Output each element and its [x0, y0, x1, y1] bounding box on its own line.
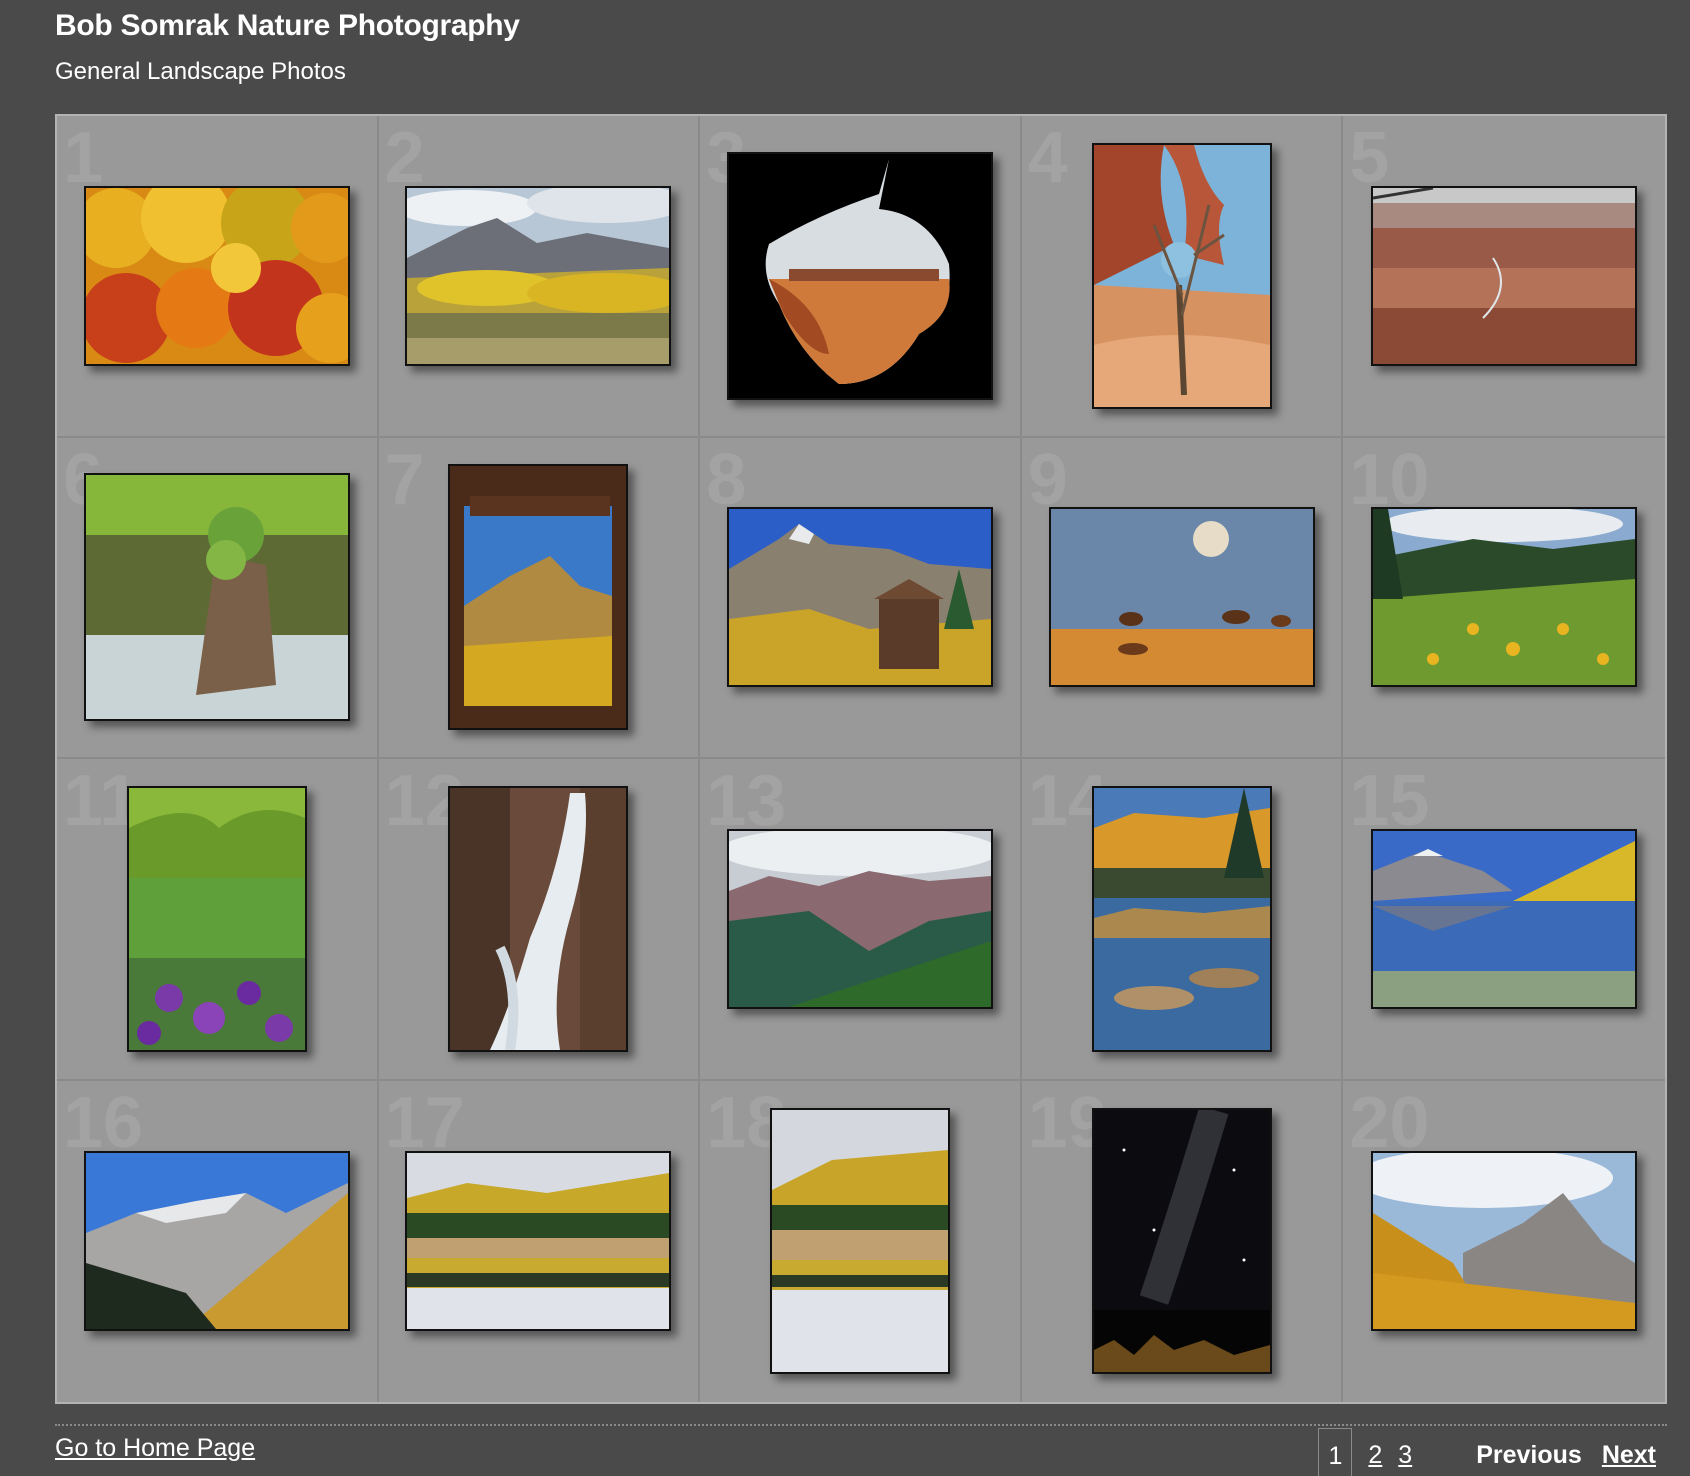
thumbnail-cell[interactable]: 18 — [700, 1080, 1022, 1402]
thumbnail-cell[interactable]: 11 — [57, 759, 379, 1081]
thumbnail-number: 10 — [1349, 439, 1430, 520]
thumbnail-image[interactable] — [769, 1108, 950, 1375]
thumbnail-number: 13 — [706, 761, 787, 841]
thumbnail-cell[interactable]: 19 — [1022, 1080, 1344, 1402]
thumbnail-image[interactable] — [1091, 1108, 1272, 1375]
thumbnail-cell[interactable]: 14 — [1021, 759, 1344, 1081]
home-page-link[interactable]: Go to Home Page — [55, 1434, 255, 1463]
thumbnail-cell[interactable]: 17 — [379, 1080, 701, 1402]
thumbnail-cell[interactable]: 6 — [57, 437, 379, 759]
page-number-link[interactable]: 3 — [1398, 1441, 1412, 1476]
thumbnail-image[interactable] — [126, 785, 307, 1052]
thumbnail-number: 7 — [384, 439, 425, 520]
thumbnail-cell[interactable]: 3 — [700, 116, 1022, 438]
thumbnail-number: 5 — [1349, 118, 1390, 198]
thumbnail-cell[interactable]: 20 — [1343, 1081, 1665, 1403]
thumbnail-cell[interactable]: 15 — [1343, 759, 1665, 1081]
thumbnail-cell[interactable]: 13 — [700, 759, 1022, 1081]
thumbnail-image[interactable] — [1091, 785, 1272, 1052]
thumbnail-cell[interactable]: 12 — [378, 759, 701, 1081]
thumbnail-number: 2 — [384, 118, 425, 198]
thumbnail-number: 16 — [63, 1082, 144, 1163]
thumbnail-image[interactable] — [405, 185, 672, 366]
thumbnail-image[interactable] — [1371, 185, 1638, 366]
thumbnail-cell[interactable]: 4 — [1021, 116, 1344, 438]
thumbnail-image[interactable] — [1371, 828, 1638, 1009]
thumbnail-image[interactable] — [1371, 1151, 1638, 1332]
thumbnail-cell[interactable]: 16 — [57, 1080, 379, 1402]
thumbnail-cell[interactable]: 10 — [1343, 438, 1665, 759]
thumbnail-number: 9 — [1027, 439, 1068, 520]
thumbnail-image[interactable] — [448, 464, 629, 731]
page-number-link[interactable]: 2 — [1368, 1441, 1382, 1476]
thumbnail-image[interactable] — [83, 185, 350, 366]
thumbnail-number: 15 — [1349, 761, 1430, 841]
thumbnail-grid: 1 2 3 4 5 6 7 8 9 10 11 12 13 14 15 16 1… — [55, 114, 1667, 1404]
thumbnail-image[interactable] — [1048, 507, 1315, 688]
thumbnail-cell[interactable]: 7 — [378, 437, 701, 759]
thumbnail-number: 4 — [1027, 118, 1068, 198]
thumbnail-cell[interactable]: 8 — [700, 437, 1022, 759]
pagination: 1 2 3 Previous Next — [1318, 1426, 1656, 1476]
next-page-link[interactable]: Next — [1602, 1441, 1656, 1476]
thumbnail-image[interactable] — [1091, 142, 1272, 409]
thumbnail-cell[interactable]: 5 — [1343, 116, 1665, 438]
gallery-subtitle: General Landscape Photos — [55, 58, 346, 85]
thumbnail-number: 1 — [63, 118, 104, 198]
page-header: Bob Somrak Nature Photography General La… — [55, 8, 520, 86]
thumbnail-cell[interactable]: 1 — [57, 116, 379, 438]
thumbnail-number: 8 — [706, 439, 747, 520]
page-number-current: 1 — [1318, 1428, 1353, 1476]
thumbnail-image[interactable] — [83, 473, 350, 722]
thumbnail-image[interactable] — [405, 1151, 672, 1332]
thumbnail-cell[interactable]: 9 — [1021, 437, 1344, 759]
thumbnail-image[interactable] — [726, 151, 993, 400]
thumbnail-cell[interactable]: 2 — [378, 116, 701, 438]
thumbnail-image[interactable] — [83, 1151, 350, 1332]
thumbnail-image[interactable] — [448, 785, 629, 1052]
thumbnail-image[interactable] — [726, 828, 993, 1009]
thumbnail-number: 20 — [1349, 1082, 1430, 1163]
previous-label: Previous — [1476, 1441, 1582, 1469]
thumbnail-image[interactable] — [1371, 507, 1638, 688]
site-title: Bob Somrak Nature Photography — [55, 9, 520, 42]
thumbnail-image[interactable] — [726, 507, 993, 688]
thumbnail-number: 17 — [384, 1082, 465, 1163]
